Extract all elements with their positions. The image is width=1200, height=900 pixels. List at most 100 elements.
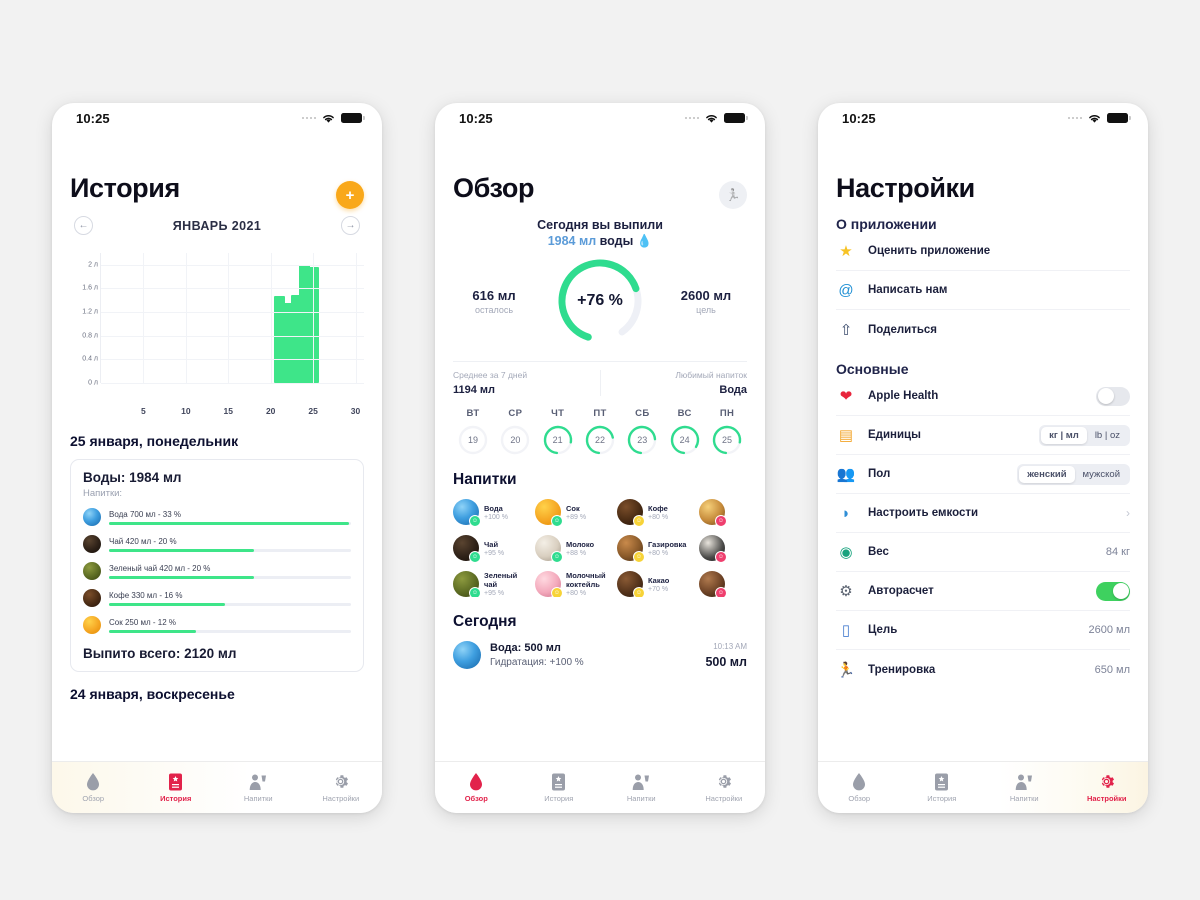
drink-tile[interactable]: ☺ Газировка +80 % <box>617 535 691 563</box>
settings-row-цель[interactable]: ▯ Цель 2600 мл <box>836 611 1130 650</box>
tab-напитки[interactable]: Напитки <box>217 772 300 803</box>
settings-row-настроить-емкости[interactable]: ◗ Настроить емкости › <box>836 494 1130 533</box>
milkshake-icon: ☺ <box>535 571 563 597</box>
chart-bars <box>101 253 364 383</box>
hydration-badge-icon: ☺ <box>551 587 563 597</box>
battery-icon <box>724 113 748 123</box>
drink-tile[interactable]: ☺ Какао +70 % <box>617 571 691 597</box>
gridline <box>101 359 364 361</box>
drink-tile[interactable]: ☺ Зеленый чай +95 % <box>453 571 527 597</box>
cocktail-icon: ☺ <box>699 535 727 563</box>
week-day-cell[interactable]: СР 20 <box>495 408 535 455</box>
remaining-value: 616 мл <box>472 287 516 303</box>
tab-история[interactable]: История <box>518 772 601 803</box>
tab-настройки[interactable]: Настройки <box>1066 772 1149 803</box>
y-tick: 2 л <box>88 261 98 269</box>
week-day-ring: 24 <box>670 425 700 455</box>
remaining-stat: 616 мл осталось <box>457 288 531 315</box>
settings-row-оценить-приложение[interactable]: ★ Оценить приложение <box>836 232 1130 271</box>
tab-история[interactable]: История <box>901 772 984 803</box>
drink-tile[interactable]: ☺ <box>699 571 747 597</box>
tab-напитки[interactable]: Напитки <box>983 772 1066 803</box>
week-day-cell[interactable]: ВТ 19 <box>453 408 493 455</box>
battery-icon <box>341 113 365 123</box>
week-day-ring: 20 <box>500 425 530 455</box>
drink-tile[interactable]: ☺ <box>699 499 747 527</box>
person-drinking-icon <box>1015 774 1033 790</box>
tea-icon: ☺ <box>453 535 481 563</box>
day-summary-card[interactable]: Воды: 1984 мл Напитки: Вода 700 мл - 33 … <box>70 459 364 672</box>
settings-row-label: Пол <box>868 468 891 480</box>
settings-row-вес[interactable]: ◉ Вес 84 кг <box>836 533 1130 572</box>
tab-история[interactable]: История <box>135 772 218 803</box>
heart-icon: ❤ <box>839 388 853 405</box>
segment-option[interactable]: мужской <box>1075 466 1128 483</box>
signal-dots-icon <box>301 116 316 120</box>
settings-row-пол[interactable]: 👥 Пол женский мужской <box>836 455 1130 494</box>
settings-row-apple-health[interactable]: ❤ Apple Health <box>836 377 1130 416</box>
chart-x-axis: 5 10 15 20 25 30 <box>100 403 364 419</box>
drink-tile[interactable]: ☺ Сок +89 % <box>535 499 609 527</box>
tab-напитки[interactable]: Напитки <box>600 772 683 803</box>
toggle-switch[interactable] <box>1096 386 1130 406</box>
tab-обзор[interactable]: Обзор <box>818 772 901 803</box>
drink-tile-percent: +89 % <box>566 513 587 521</box>
status-bar-time: 10:25 <box>76 110 110 126</box>
drink-tile[interactable]: ☺ Вода +100 % <box>453 499 527 527</box>
settings-row-авторасчет[interactable]: ⚙ Авторасчет <box>836 572 1130 611</box>
workout-button[interactable]: 🏃 <box>719 181 747 209</box>
cocoa-icon: ☺ <box>617 571 645 597</box>
week-day-cell[interactable]: ВС 24 <box>665 408 705 455</box>
status-bar: 10:25 <box>435 103 765 133</box>
tab-настройки[interactable]: Настройки <box>300 772 383 803</box>
drinks-grid: ☺ Вода +100 % ☺ Сок +89 % ☺ Кофе +80 % ☺… <box>453 489 747 597</box>
drink-tile[interactable]: ☺ Кофе +80 % <box>617 499 691 527</box>
chart-plot-area <box>100 253 364 384</box>
week-day-cell[interactable]: ЧТ 21 <box>538 408 578 455</box>
person-drinking-icon <box>1015 772 1033 791</box>
drink-tile[interactable]: ☺ Чай +95 % <box>453 535 527 563</box>
settings-row-тренировка[interactable]: 🏃 Тренировка 650 мл <box>836 650 1130 689</box>
vgridline <box>270 253 272 383</box>
history-book-icon <box>552 773 566 790</box>
y-tick: 0 л <box>88 379 98 387</box>
segmented-control[interactable]: кг | мл lb | oz <box>1039 424 1130 446</box>
add-entry-button[interactable]: + <box>336 181 364 209</box>
tab-label: Обзор <box>464 794 488 803</box>
tab-настройки[interactable]: Настройки <box>683 772 766 803</box>
drink-tile[interactable]: ☺ <box>699 535 747 563</box>
segmented-control[interactable]: женский мужской <box>1017 463 1130 485</box>
week-day-cell[interactable]: СБ 23 <box>622 408 662 455</box>
hydration-badge-icon: ☺ <box>715 587 727 597</box>
segment-option[interactable]: кг | мл <box>1041 426 1087 444</box>
gear-icon <box>1098 772 1115 791</box>
drink-tile[interactable]: ☺ Молочный коктейль +80 % <box>535 571 609 597</box>
drink-progress-fill <box>109 602 226 606</box>
settings-row-единицы[interactable]: ▤ Единицы кг | мл lb | oz <box>836 416 1130 455</box>
next-month-button[interactable]: → <box>340 216 360 235</box>
week-day-ring: 23 <box>627 425 657 455</box>
tab-обзор[interactable]: Обзор <box>52 772 135 803</box>
week-day-cell[interactable]: ПТ 22 <box>580 408 620 455</box>
drink-tile-text: Кофе +80 % <box>648 504 668 521</box>
segment-option[interactable]: lb | oz <box>1087 427 1128 444</box>
settings-row-написать-нам[interactable]: @ Написать нам <box>836 271 1130 310</box>
status-bar-indicators <box>1067 113 1131 124</box>
tab-обзор[interactable]: Обзор <box>435 772 518 803</box>
status-bar-indicators <box>684 113 748 124</box>
settings-row-value: 650 мл <box>1094 663 1130 676</box>
segment-option[interactable]: женский <box>1019 465 1075 483</box>
settings-row-label: Цель <box>868 624 898 636</box>
prev-month-button[interactable]: ← <box>74 216 93 235</box>
screenshot-stage: 10:25 + История ← ЯНВАРЬ 2021 → 0 л 0.4 … <box>0 0 1200 900</box>
drink-tile[interactable]: ☺ Молоко +88 % <box>535 535 609 563</box>
settings-row-label: Написать нам <box>868 284 948 296</box>
toggle-switch[interactable] <box>1096 581 1130 601</box>
card-drink-list: Вода 700 мл - 33 % Чай 420 мл - 20 % Зел… <box>83 508 351 634</box>
drink-row: Кофе 330 мл - 16 % <box>83 589 351 607</box>
drink-info: Кофе 330 мл - 16 % <box>109 591 351 606</box>
today-log-item[interactable]: Вода: 500 мл Гидратация: +100 % 10:13 AM… <box>453 641 747 669</box>
settings-row-поделиться[interactable]: ⇧ Поделиться <box>836 310 1130 349</box>
chart-y-axis: 0 л 0.4 л 0.8 л 1.2 л 1.6 л 2 л <box>70 253 100 386</box>
week-day-cell[interactable]: ПН 25 <box>707 408 747 455</box>
